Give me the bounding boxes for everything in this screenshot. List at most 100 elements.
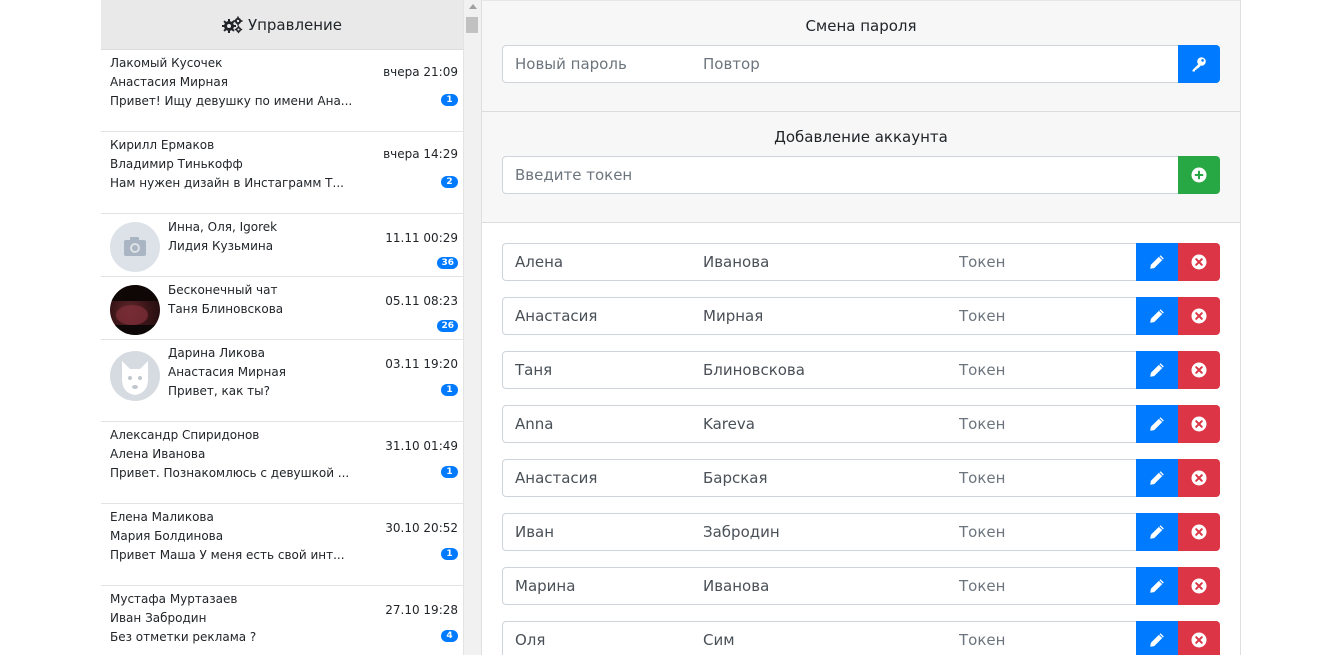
account-last-name-input[interactable] — [691, 243, 948, 281]
chat-list-item[interactable]: Александр Спиридонов Алена Иванова Привет.… — [101, 422, 463, 504]
pencil-icon — [1150, 633, 1164, 647]
account-last-name-input[interactable] — [691, 513, 948, 551]
chat-account-name: Лидия Кузьмина — [168, 239, 274, 253]
unread-count-badge: 1 — [441, 466, 458, 478]
account-first-name-input[interactable] — [502, 297, 692, 335]
sidebar-header[interactable]: Управление — [101, 0, 463, 50]
account-row — [482, 351, 1240, 389]
chat-list-item[interactable]: Елена Маликова Мария Болдинова Привет Маша… — [101, 504, 463, 586]
chat-account-name: Владимир Тинькофф — [110, 157, 243, 171]
edit-account-button[interactable] — [1136, 351, 1178, 389]
new-password-input[interactable] — [502, 45, 692, 83]
chat-list-item[interactable]: Бесконечный чат Таня Блиновскова 05.11 08:… — [101, 277, 463, 340]
chat-title: Инна, Оля, Igorek — [168, 220, 278, 234]
add-account-button[interactable] — [1178, 156, 1220, 194]
chat-account-name: Анастасия Мирная — [110, 75, 228, 89]
account-row — [482, 297, 1240, 335]
account-token-input[interactable] — [947, 513, 1137, 551]
account-row — [482, 567, 1240, 605]
times-circle-icon — [1191, 254, 1207, 270]
account-row — [482, 621, 1240, 655]
edit-account-button[interactable] — [1136, 297, 1178, 335]
times-circle-icon — [1191, 632, 1207, 648]
pencil-icon — [1150, 309, 1164, 323]
account-token-input[interactable] — [947, 351, 1137, 389]
chat-title: Дарина Ликова — [168, 346, 265, 360]
account-first-name-input[interactable] — [502, 459, 692, 497]
times-circle-icon — [1191, 470, 1207, 486]
account-token-input[interactable] — [947, 459, 1137, 497]
edit-account-button[interactable] — [1136, 459, 1178, 497]
times-circle-icon — [1191, 524, 1207, 540]
chat-timestamp: 05.11 08:23 — [385, 294, 458, 308]
delete-account-button[interactable] — [1178, 297, 1220, 335]
account-last-name-input[interactable] — [691, 297, 948, 335]
edit-account-button[interactable] — [1136, 243, 1178, 281]
chat-account-name: Алена Иванова — [110, 447, 206, 461]
pencil-icon — [1150, 471, 1164, 485]
chat-title: Лакомый Кусочек — [110, 56, 223, 70]
delete-account-button[interactable] — [1178, 405, 1220, 443]
unread-count-badge: 4 — [441, 630, 458, 642]
account-first-name-input[interactable] — [502, 405, 692, 443]
account-last-name-input[interactable] — [691, 351, 948, 389]
chat-title: Кирилл Ермаков — [110, 138, 215, 152]
account-token-input[interactable] — [947, 621, 1137, 655]
chat-timestamp: 03.11 19:20 — [385, 357, 458, 371]
chat-last-message: Без отметки реклама ? — [110, 630, 257, 644]
delete-account-button[interactable] — [1178, 567, 1220, 605]
chat-timestamp: 31.10 01:49 — [385, 439, 458, 453]
avatar — [110, 285, 160, 335]
chat-title: Мустафа Муртазаев — [110, 592, 238, 606]
chat-account-name: Мария Болдинова — [110, 529, 224, 543]
account-first-name-input[interactable] — [502, 621, 692, 655]
chat-list-item[interactable]: Лакомый Кусочек Анастасия Мирная Привет! И… — [101, 50, 463, 132]
chat-list-item[interactable]: Кирилл Ермаков Владимир Тинькофф Нам нужен… — [101, 132, 463, 214]
account-last-name-input[interactable] — [691, 459, 948, 497]
chat-list-item[interactable]: Инна, Оля, Igorek Лидия Кузьмина 11.11 00:… — [101, 214, 463, 277]
edit-account-button[interactable] — [1136, 567, 1178, 605]
account-first-name-input[interactable] — [502, 567, 692, 605]
pencil-icon — [1150, 363, 1164, 377]
chat-list-item[interactable]: Дарина Ликова Анастасия Мирная Привет, как… — [101, 340, 463, 422]
times-circle-icon — [1191, 578, 1207, 594]
sidebar-scrollbar[interactable] — [464, 0, 481, 655]
account-row — [482, 459, 1240, 497]
chat-last-message: Привет! Ищу девушку по имени Ана... — [110, 94, 353, 108]
account-first-name-input[interactable] — [502, 351, 692, 389]
change-password-button[interactable] — [1178, 45, 1220, 83]
edit-account-button[interactable] — [1136, 405, 1178, 443]
times-circle-icon — [1191, 308, 1207, 324]
unread-count-badge: 1 — [441, 548, 458, 560]
chat-list-item[interactable]: Мустафа Муртазаев Иван Забродин Без отметк… — [101, 586, 463, 655]
scrollbar-thumb[interactable] — [466, 17, 478, 33]
pencil-icon — [1150, 417, 1164, 431]
delete-account-button[interactable] — [1178, 621, 1220, 655]
unread-count-badge: 1 — [441, 94, 458, 106]
account-token-input[interactable] — [947, 567, 1137, 605]
unread-count-badge: 2 — [441, 176, 458, 188]
pencil-icon — [1150, 255, 1164, 269]
scroll-up-arrow-icon[interactable] — [469, 4, 477, 9]
chat-timestamp: 30.10 20:52 — [385, 521, 458, 535]
delete-account-button[interactable] — [1178, 459, 1220, 497]
repeat-password-input[interactable] — [691, 45, 1179, 83]
account-token-input[interactable] — [947, 243, 1137, 281]
account-last-name-input[interactable] — [691, 621, 948, 655]
settings-panel: Смена пароля Добавление аккаунта — [481, 0, 1241, 655]
chat-timestamp: 11.11 00:29 — [385, 231, 458, 245]
delete-account-button[interactable] — [1178, 243, 1220, 281]
edit-account-button[interactable] — [1136, 513, 1178, 551]
gears-icon — [221, 16, 243, 33]
delete-account-button[interactable] — [1178, 513, 1220, 551]
add-account-title: Добавление аккаунта — [774, 128, 948, 146]
account-first-name-input[interactable] — [502, 513, 692, 551]
account-last-name-input[interactable] — [691, 405, 948, 443]
token-input[interactable] — [502, 156, 1179, 194]
account-token-input[interactable] — [947, 297, 1137, 335]
account-token-input[interactable] — [947, 405, 1137, 443]
delete-account-button[interactable] — [1178, 351, 1220, 389]
edit-account-button[interactable] — [1136, 621, 1178, 655]
account-last-name-input[interactable] — [691, 567, 948, 605]
account-first-name-input[interactable] — [502, 243, 692, 281]
